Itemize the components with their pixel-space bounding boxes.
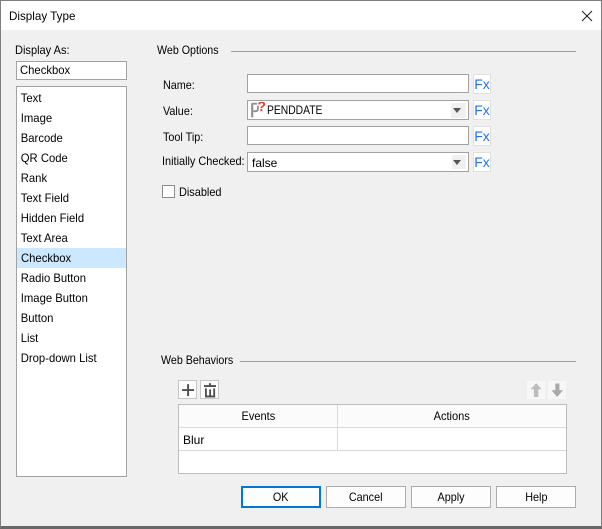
- svg-text:?: ?: [257, 102, 266, 114]
